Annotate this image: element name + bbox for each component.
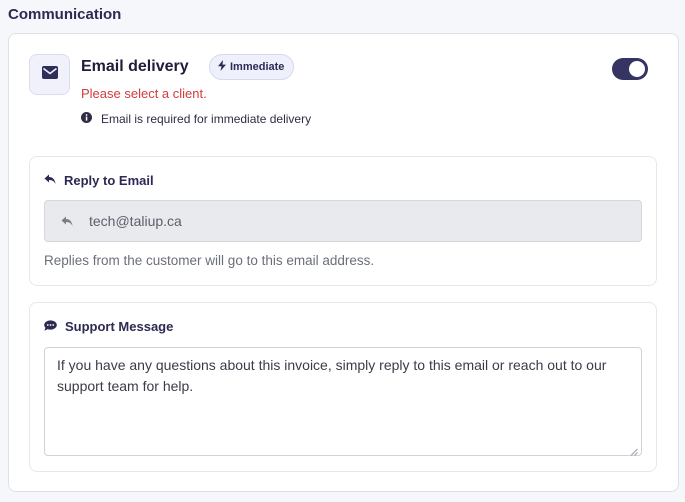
comment-icon xyxy=(44,319,57,334)
reply-icon xyxy=(44,173,56,188)
email-delivery-card: Email delivery Immediate Please select a… xyxy=(8,33,679,492)
toggle-knob xyxy=(629,61,645,77)
reply-to-card: Reply to Email tech@taliup.ca Replies fr… xyxy=(29,156,657,286)
delivery-mode-badge: Immediate xyxy=(209,54,295,80)
reply-icon xyxy=(49,216,85,227)
reply-to-heading: Reply to Email xyxy=(44,173,154,188)
envelope-icon xyxy=(41,65,58,84)
support-message-textarea[interactable]: If you have any questions about this inv… xyxy=(44,347,642,456)
info-note: Email is required for immediate delivery xyxy=(81,112,311,126)
info-text: Email is required for immediate delivery xyxy=(101,112,312,126)
support-message-card: Support Message If you have any question… xyxy=(29,302,657,472)
info-icon xyxy=(81,112,92,126)
client-error-message: Please select a client. xyxy=(81,86,207,101)
badge-label: Immediate xyxy=(230,61,285,73)
section-title: Communication xyxy=(8,6,122,23)
reply-to-title: Reply to Email xyxy=(64,173,154,188)
resize-handle-icon[interactable] xyxy=(630,443,638,456)
bolt-icon xyxy=(218,60,226,74)
reply-to-help-text: Replies from the customer will go to thi… xyxy=(44,253,375,268)
email-delivery-title: Email delivery xyxy=(81,58,189,75)
email-delivery-toggle[interactable] xyxy=(612,58,648,80)
reply-to-email-value: tech@taliup.ca xyxy=(89,213,182,229)
support-message-title: Support Message xyxy=(65,319,174,334)
support-message-heading: Support Message xyxy=(44,319,173,334)
reply-to-email-input[interactable]: tech@taliup.ca xyxy=(44,200,642,242)
envelope-icon-box xyxy=(29,54,70,95)
